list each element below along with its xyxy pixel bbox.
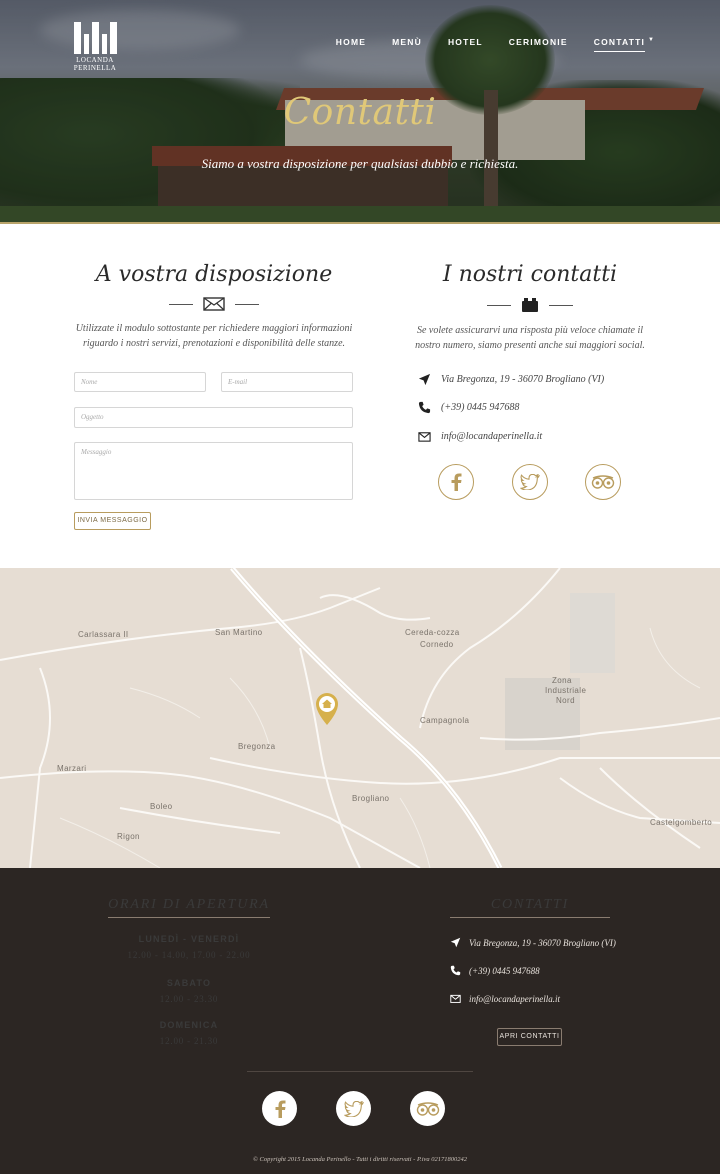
map-label-campagnola: Campagnola [420,716,470,725]
twitter-icon [520,474,540,490]
location-arrow-icon [450,937,461,948]
footer-email[interactable]: info@locandaperinella.it [450,993,560,1004]
footer-tripadvisor-button[interactable] [410,1091,445,1126]
twitter-icon [343,1100,364,1117]
contact-email-text: info@locandaperinella.it [441,431,543,442]
envelope-icon [203,297,225,311]
caret-down-icon: ▼ [648,37,654,43]
nav-cerimonie[interactable]: CERIMONIE [509,37,568,52]
nav-menu[interactable]: MENÙ [392,37,422,52]
map-roads [0,568,720,868]
tripadvisor-icon [591,475,615,489]
logo-line-2: PERINELLA [73,64,117,72]
nav-home[interactable]: HOME [336,37,366,52]
footer-facebook-button[interactable] [262,1091,297,1126]
form-section: A vostra disposizione Utilizzate il modu… [72,262,356,351]
contacts-section: I nostri contatti Se volete assicurarvi … [410,262,650,353]
map-label-zona: Zona [552,676,572,685]
main-nav: HOME MENÙ HOTEL CERIMONIE CONTATTI ▼ [336,37,654,52]
page-title: Contatti [283,92,437,133]
map-label-carlassara: Carlassara II [78,630,129,639]
message-field[interactable]: Messaggio [74,442,353,500]
footer-phone[interactable]: (+39) 0445 947688 [450,965,540,976]
hours-time: 12.00 - 21.30 [159,1036,219,1046]
subject-field[interactable]: Oggetto [74,407,353,428]
open-contacts-button[interactable]: APRI CONTATTI [497,1028,562,1046]
hours-saturday: SABATO 12.00 - 23.30 [108,978,270,1004]
submit-button[interactable]: INVIA MESSAGGIO [74,512,151,530]
footer-contacts-title: CONTATTI [450,897,610,918]
hours-day: LUNEDÌ - VENERDÌ [138,934,240,944]
map-label-boleo: Boleo [150,802,173,811]
hours-weekdays: LUNEDÌ - VENERDÌ 12.00 - 14.00, 17.00 - … [108,934,270,960]
email-field[interactable]: E-mail [221,372,353,392]
footer-address: Via Bregonza, 19 - 36070 Brogliano (VI) [450,937,616,948]
nav-contatti[interactable]: CONTATTI [593,37,646,52]
hours-day: DOMENICA [159,1020,219,1030]
facebook-icon [275,1100,285,1118]
map-label-san-martino: San Martino [215,628,263,637]
map-label-cornedo: Cornedo [420,640,454,649]
envelope-outline-icon [418,432,431,442]
form-intro: Utilizzate il modulo sottostante per ric… [75,323,353,349]
footer-address-text: Via Bregonza, 19 - 36070 Brogliano (VI) [469,937,616,948]
logo-icon [72,18,118,54]
footer-twitter-button[interactable] [336,1091,371,1126]
hours-time: 12.00 - 23.30 [159,994,219,1004]
map-label-nord: Nord [556,696,575,705]
footer-email-text: info@locandaperinella.it [469,993,561,1004]
facebook-button[interactable] [438,464,474,500]
page-subtitle: Siamo a vostra disposizione per qualsias… [201,156,519,171]
phone-handset-icon [418,401,431,414]
facebook-icon [451,473,462,491]
contact-phone-text: (+39) 0445 947688 [441,402,520,413]
map[interactable]: San Martino Carlassara II Bregonza Campa… [0,568,720,868]
hours-time: 12.00 - 14.00, 17.00 - 22.00 [127,950,251,960]
tripadvisor-button[interactable] [585,464,621,500]
contact-address: Via Bregonza, 19 - 36070 Brogliano (VI) [418,373,604,386]
hours-sunday: DOMENICA 12.00 - 21.30 [108,1020,270,1046]
map-marker[interactable] [314,692,340,726]
footer-phone-text: (+39) 0445 947688 [469,965,540,976]
logo-line-1: LOCANDA [76,56,114,64]
hours-title: ORARI DI APERTURA [108,897,270,918]
map-label-rigon: Rigon [117,832,140,841]
map-label-bregonza: Bregonza [238,742,276,751]
phone-icon [522,298,538,312]
hours-day: SABATO [166,978,212,988]
tripadvisor-icon [416,1101,439,1116]
copyright: © Copyright 2015 Locanda Perinello - Tut… [252,1156,468,1163]
logo[interactable]: LOCANDA PERINELLA [72,18,118,72]
form-section-title: A vostra disposizione [95,262,333,287]
map-label-marzari: Marzari [57,764,87,773]
name-field[interactable]: Nome [74,372,206,392]
hero-banner: LOCANDA PERINELLA HOME MENÙ HOTEL CERIMO… [0,0,720,224]
map-label-brogliano: Brogliano [352,794,390,803]
phone-handset-icon [450,965,461,976]
map-label-industriale: Industriale [545,686,587,695]
footer-divider [247,1071,473,1072]
map-label-castelgomberto: Castelgomberto [650,818,713,827]
contact-phone[interactable]: (+39) 0445 947688 [418,401,519,414]
home-icon [316,693,338,725]
map-label-cereda: Cereda-cozza [405,628,460,637]
twitter-button[interactable] [512,464,548,500]
nav-hotel[interactable]: HOTEL [448,37,483,52]
contact-email[interactable]: info@locandaperinella.it [418,430,542,443]
contacts-section-title: I nostri contatti [442,262,618,287]
envelope-outline-icon [450,994,461,1003]
location-arrow-icon [418,373,431,386]
contacts-intro: Se volete assicurarvi una risposta più v… [415,325,645,351]
contact-address-text: Via Bregonza, 19 - 36070 Brogliano (VI) [441,374,605,385]
